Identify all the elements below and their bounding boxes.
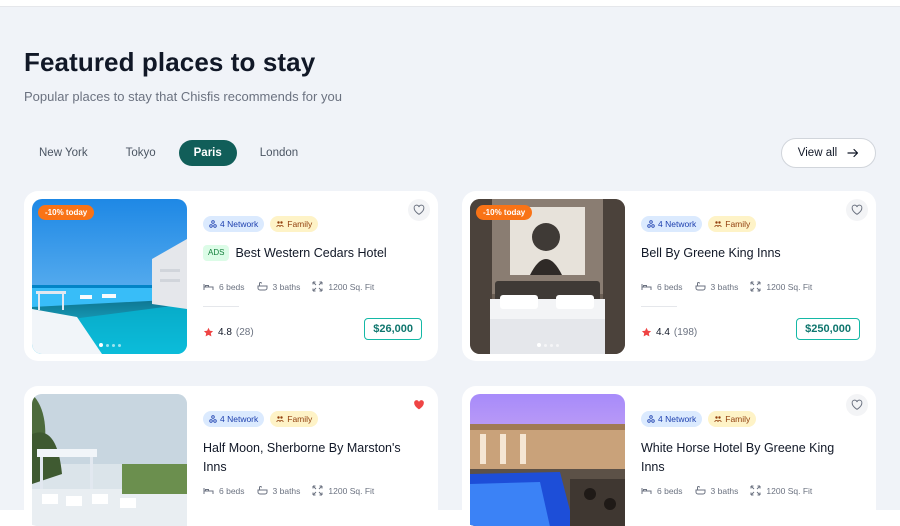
price-tag: $26,000: [364, 318, 422, 340]
tab-tokyo[interactable]: Tokyo: [111, 140, 171, 166]
star-icon: [203, 327, 214, 337]
bath-icon: [695, 486, 706, 495]
divider: [641, 306, 677, 307]
network-badge: 4 Network: [641, 216, 703, 232]
page-subtitle: Popular places to stay that Chisfis reco…: [24, 89, 342, 104]
arrow-right-icon: [847, 148, 859, 158]
network-badge: 4 Network: [641, 411, 703, 427]
listing-image[interactable]: -10% today: [470, 199, 625, 354]
discount-badge: -10% today: [476, 205, 533, 220]
family-icon: [276, 221, 284, 228]
heart-icon[interactable]: [846, 199, 868, 221]
price-tag: $250,000: [796, 318, 860, 340]
network-icon: [209, 415, 217, 423]
bath-icon: [257, 282, 268, 291]
area-icon: [312, 281, 323, 292]
network-icon: [647, 415, 655, 423]
heart-icon[interactable]: [408, 394, 430, 416]
bath-icon: [695, 282, 706, 291]
bed-icon: [641, 284, 652, 290]
listing-specs: 6 beds 3 baths 1200 Sq. Fit: [641, 281, 812, 292]
listing-image[interactable]: [32, 394, 187, 526]
listing-image[interactable]: -10% today: [32, 199, 187, 354]
heart-icon[interactable]: [846, 394, 868, 416]
family-icon: [714, 416, 722, 423]
heart-icon[interactable]: [408, 199, 430, 221]
divider: [203, 306, 239, 307]
tab-paris[interactable]: Paris: [178, 140, 237, 166]
bedroom-image: [470, 199, 625, 354]
area-icon: [312, 485, 323, 496]
bed-icon: [203, 488, 214, 494]
carousel-dots[interactable]: [32, 343, 187, 347]
family-icon: [714, 221, 722, 228]
listing-image[interactable]: [470, 394, 625, 526]
bed-icon: [203, 284, 214, 290]
network-badge: 4 Network: [203, 411, 265, 427]
listing-name[interactable]: Bell By Greene King Inns: [641, 244, 781, 263]
discount-badge: -10% today: [38, 205, 95, 220]
pool-ocean-image: [32, 199, 187, 354]
network-badge: 4 Network: [203, 216, 265, 232]
area-icon: [750, 485, 761, 496]
family-badge: Family: [708, 411, 757, 427]
bed-icon: [641, 488, 652, 494]
listing-name[interactable]: White Horse Hotel By Greene King Inns: [641, 439, 840, 477]
view-all-button[interactable]: View all: [781, 138, 876, 168]
listing-name[interactable]: Best Western Cedars Hotel: [235, 244, 386, 263]
terrace-image: [32, 394, 187, 526]
listing-name[interactable]: Half Moon, Sherborne By Marston's Inns: [203, 439, 414, 477]
city-tabs: New York Tokyo Paris London: [24, 140, 321, 166]
rooftop-pool-image: [470, 394, 625, 526]
page-title: Featured places to stay: [24, 47, 316, 77]
area-icon: [750, 281, 761, 292]
rating: 4.4 (198): [641, 327, 697, 338]
listing-card[interactable]: -10% today 4 Network Family Bell By Gree…: [462, 191, 876, 361]
star-icon: [641, 327, 652, 337]
family-badge: Family: [270, 216, 319, 232]
listing-specs: 6 beds 3 baths 1200 Sq. Fit: [203, 485, 374, 496]
listing-card[interactable]: 4 Network Family White Horse Hotel By Gr…: [462, 386, 876, 526]
family-badge: Family: [270, 411, 319, 427]
bath-icon: [257, 486, 268, 495]
family-badge: Family: [708, 216, 757, 232]
view-all-label: View all: [797, 147, 838, 159]
family-icon: [276, 416, 284, 423]
rating: 4.8 (28): [203, 327, 254, 338]
carousel-dots[interactable]: [470, 343, 625, 347]
network-icon: [647, 220, 655, 228]
listing-specs: 6 beds 3 baths 1200 Sq. Fit: [203, 281, 374, 292]
listing-card[interactable]: -10% today 4 Network Family ADS Best Wes…: [24, 191, 438, 361]
network-icon: [209, 220, 217, 228]
ads-badge: ADS: [203, 245, 230, 261]
tab-london[interactable]: London: [245, 140, 313, 166]
listing-specs: 6 beds 3 baths 1200 Sq. Fit: [641, 485, 812, 496]
page-canvas: Featured places to stay Popular places t…: [0, 6, 900, 526]
listing-card[interactable]: 4 Network Family Half Moon, Sherborne By…: [24, 386, 438, 526]
tab-new-york[interactable]: New York: [24, 140, 103, 166]
